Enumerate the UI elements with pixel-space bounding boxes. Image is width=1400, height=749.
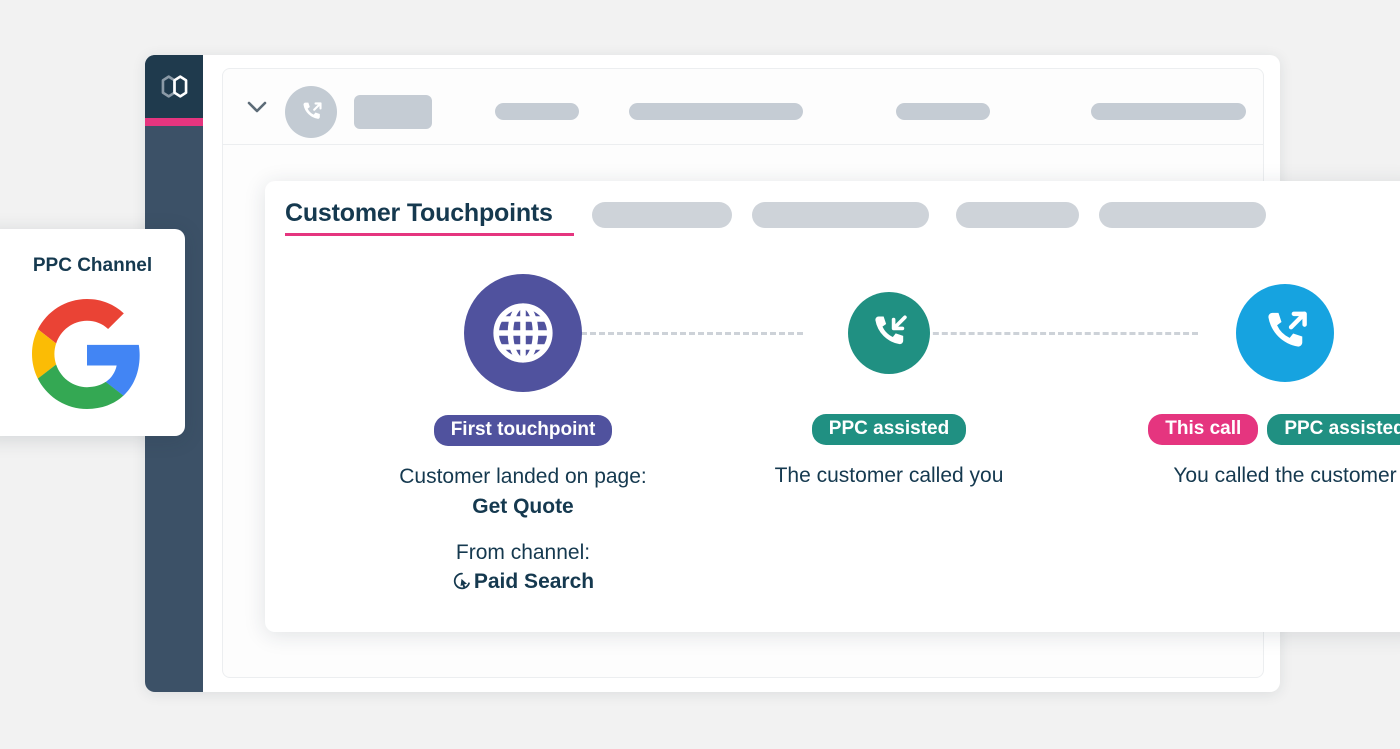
status-badge-ppc-assisted: PPC assisted (1267, 414, 1400, 445)
status-badge: PPC assisted (811, 414, 967, 445)
badge-row: First touchpoint (335, 415, 711, 446)
status-badge: First touchpoint (433, 415, 613, 446)
call-direction-label: The customer called you (774, 464, 1004, 487)
phone-outgoing-icon[interactable] (285, 86, 337, 138)
google-logo (32, 299, 142, 409)
toolbar-skeleton-5 (1091, 103, 1246, 120)
channel-value-row: Paid Search (335, 567, 711, 600)
globe-icon (493, 303, 553, 363)
ppc-channel-title: PPC Channel (32, 255, 153, 276)
toolbar-skeleton-4 (896, 103, 990, 120)
touchpoint-description: You called the customer (1115, 461, 1400, 491)
toolbar-skeleton-1 (354, 95, 432, 129)
status-badge-this-call: This call (1148, 414, 1259, 445)
first-touchpoint-circle[interactable] (464, 274, 582, 392)
tab-skeleton-1[interactable] (592, 202, 732, 228)
touchpoint-description: The customer called you (725, 461, 1053, 491)
touchpoint-first: First touchpoint Customer landed on page… (335, 274, 711, 600)
toolbar-skeleton-2 (495, 103, 579, 120)
touchpoint-inbound-call: PPC assisted The customer called you (725, 274, 1053, 491)
landed-page-label: Customer landed on page: (399, 465, 647, 488)
toolbar-skeleton-3 (629, 103, 803, 120)
sidebar-accent-bar (145, 118, 203, 126)
chevron-down-icon[interactable] (244, 96, 270, 118)
badge-row: PPC assisted (725, 414, 1053, 445)
touchpoint-description: Customer landed on page: Get Quote From … (335, 462, 711, 600)
badge-row: This call PPC assisted (1115, 414, 1400, 445)
phone-outgoing-icon (1268, 311, 1307, 347)
customer-touchpoints-card: Customer Touchpoints First touchpoint Cu… (265, 181, 1400, 632)
touchpoint-outbound-call: This call PPC assisted You called the cu… (1115, 274, 1400, 491)
tab-skeleton-4[interactable] (1099, 202, 1266, 228)
ad-click-icon (452, 570, 472, 600)
tab-skeleton-3[interactable] (956, 202, 1079, 228)
page-title: Customer Touchpoints (285, 199, 553, 227)
inbound-call-circle[interactable] (848, 292, 930, 374)
landed-page-value: Get Quote (472, 494, 574, 518)
phone-incoming-icon (875, 315, 907, 345)
outbound-call-circle[interactable] (1236, 284, 1334, 382)
infinity-logo[interactable] (158, 70, 191, 103)
toolbar (223, 69, 1263, 145)
ppc-channel-card: PPC Channel (0, 229, 185, 436)
channel-value: Paid Search (473, 570, 595, 594)
tab-skeleton-2[interactable] (752, 202, 929, 228)
active-tab-underline (285, 233, 574, 236)
call-direction-label: You called the customer (1173, 464, 1397, 487)
channel-label: From channel: (455, 540, 591, 564)
